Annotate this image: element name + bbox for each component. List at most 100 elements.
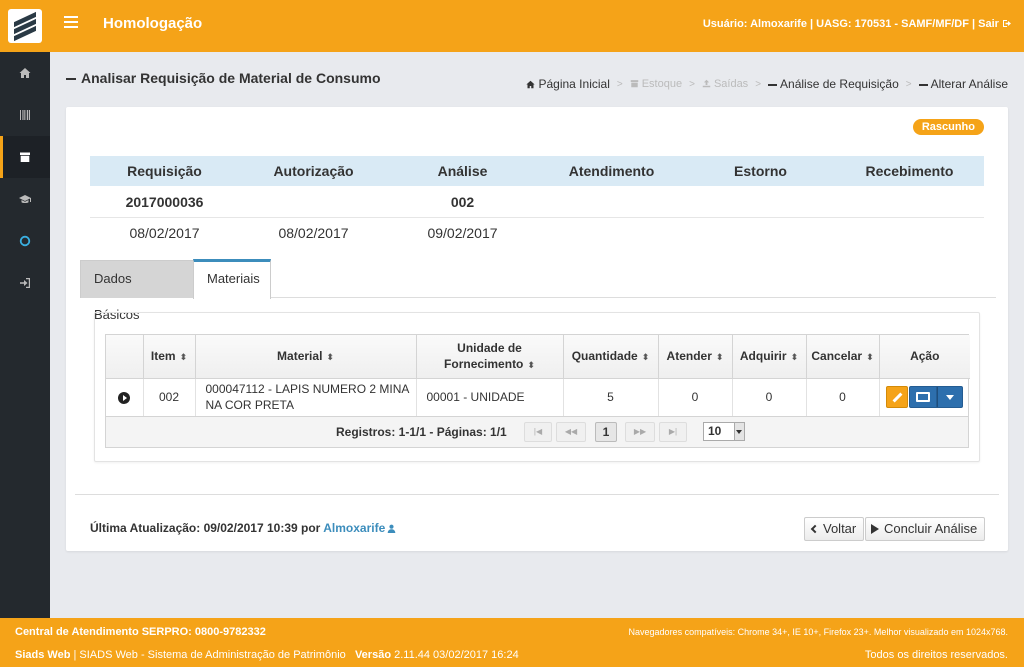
sort-icon: ⬍	[715, 351, 724, 362]
back-button-label: Voltar	[823, 521, 857, 536]
cell-cancelar: 0	[806, 378, 880, 416]
prev-page-button[interactable]: ◀◀	[556, 422, 586, 442]
pager-info: Registros: 1-1/1 - Páginas: 1/1	[336, 425, 507, 439]
grid-header-atender[interactable]: Atender ⬍	[658, 335, 733, 379]
cell-adquirir: 0	[732, 378, 807, 416]
version-value: 2.11.44 03/02/2017 16:24	[394, 649, 519, 661]
next-page-button[interactable]: ▶▶	[625, 422, 655, 442]
tab-materiais[interactable]: Materiais	[193, 259, 271, 299]
user-info-text: Usuário: Almoxarife | UASG: 170531 - SAM…	[702, 18, 976, 30]
sort-icon: ⬍	[179, 351, 188, 362]
last-update-user-link[interactable]: Almoxarife	[323, 521, 396, 535]
logout-link[interactable]: Sair	[978, 18, 1012, 30]
cell-acao	[879, 378, 970, 416]
sidebar-item-login[interactable]	[0, 262, 50, 304]
sort-icon: ⬍	[641, 351, 650, 362]
tab-bar: Dados Básicos Materiais	[80, 259, 996, 322]
sign-in-icon	[20, 278, 30, 288]
home-icon	[19, 68, 31, 78]
grid-header-adquirir[interactable]: Adquirir ⬍	[732, 335, 807, 379]
grid-header-item[interactable]: Item ⬍	[143, 335, 196, 379]
workflow-number: 2017000036	[125, 194, 204, 210]
app-title: Homologação	[103, 15, 203, 32]
status-badge: Rascunho	[912, 119, 984, 135]
upload-icon	[702, 79, 711, 88]
edit-button[interactable]	[886, 386, 909, 409]
sort-icon: ⬍	[326, 351, 334, 362]
page-size-select[interactable]: 10	[703, 422, 745, 441]
system-name: Siads Web	[15, 649, 71, 661]
materials-panel: Item ⬍ Material ⬍ Unidade de Fornecimento ⬍…	[94, 312, 980, 462]
breadcrumb-alterar: Alterar Análise	[918, 77, 1008, 91]
workflow-summary: Requisição Autorização Análise Atendimen…	[90, 156, 984, 250]
tab-dados-basicos[interactable]: Dados Básicos	[80, 260, 194, 322]
sidebar-item-barcode[interactable]	[0, 94, 50, 136]
breadcrumb-saidas-label: Saídas	[713, 78, 749, 90]
sidebar-item-estoque[interactable]	[0, 136, 50, 178]
breadcrumb-estoque-label: Estoque	[641, 78, 683, 90]
workflow-number	[537, 186, 686, 217]
sidebar-item-circle[interactable]	[0, 220, 50, 262]
breadcrumb-home[interactable]: Página Inicial	[526, 77, 610, 91]
conclude-analysis-button[interactable]: Concluir Análise	[865, 517, 986, 541]
breadcrumb-analise[interactable]: Análise de Requisição	[768, 77, 899, 91]
breadcrumb-estoque[interactable]: Estoque	[630, 78, 682, 90]
workflow-date: 08/02/2017	[278, 225, 349, 241]
workflow-date	[537, 218, 686, 250]
actions-dropdown-button[interactable]	[937, 386, 964, 409]
workflow-number	[239, 186, 388, 217]
workflow-header: Autorização	[273, 163, 354, 179]
workflow-date: 09/02/2017	[427, 225, 498, 241]
back-button[interactable]: Voltar	[804, 517, 865, 541]
chevron-left-icon	[810, 524, 820, 534]
sidebar-item-home[interactable]	[0, 52, 50, 94]
grid-header-label: Item	[150, 348, 176, 363]
graduation-cap-icon	[19, 195, 31, 204]
breadcrumb-saidas[interactable]: Saídas	[702, 78, 748, 90]
minus-icon	[768, 83, 778, 86]
breadcrumb-separator: >	[616, 78, 623, 90]
minus-icon	[918, 83, 928, 86]
grid-header-label: Ação	[910, 349, 940, 364]
grid-header-unidade[interactable]: Unidade de Fornecimento ⬍	[416, 335, 564, 379]
money-button[interactable]	[909, 386, 938, 409]
breadcrumb-analise-label: Análise de Requisição	[780, 77, 899, 91]
grid-header-label: Unidade de Fornecimento	[444, 340, 524, 371]
app-logo[interactable]	[0, 0, 50, 52]
workflow-number	[835, 186, 984, 217]
workflow-headers: Requisição Autorização Análise Atendimen…	[90, 156, 984, 186]
sidebar-item-training[interactable]	[0, 178, 50, 220]
workflow-number	[686, 186, 835, 217]
workflow-header: Recebimento	[865, 163, 954, 179]
copyright: Todos os direitos reservados.	[864, 649, 1008, 661]
last-page-button[interactable]: ▶|	[659, 422, 687, 442]
workflow-dates: 08/02/2017 08/02/2017 09/02/2017	[90, 218, 984, 250]
last-update: Última Atualização: 09/02/2017 10:39 por…	[90, 521, 396, 535]
workflow-header: Atendimento	[568, 163, 655, 179]
grid-header-material[interactable]: Material ⬍	[195, 335, 417, 379]
grid-header-label: Quantidade	[571, 348, 638, 363]
workflow-header: Estorno	[734, 163, 787, 179]
cell-quantidade: 5	[563, 378, 659, 416]
current-page-button[interactable]: 1	[595, 422, 617, 442]
expand-row-icon[interactable]	[118, 392, 131, 405]
grid-header-cancelar[interactable]: Cancelar ⬍	[806, 335, 880, 379]
workflow-header: Requisição	[127, 163, 202, 179]
row-expand-cell	[106, 378, 144, 416]
first-page-button[interactable]: |◀	[524, 422, 552, 442]
logout-label: Sair	[978, 18, 999, 30]
grid-header-label: Atender	[666, 348, 712, 363]
system-desc: | SIADS Web - Sistema de Administração d…	[73, 649, 346, 661]
workflow-date	[686, 218, 835, 250]
menu-toggle-icon[interactable]	[64, 16, 78, 30]
grid-header-label: Cancelar	[811, 348, 863, 363]
grid-header-quantidade[interactable]: Quantidade ⬍	[563, 335, 659, 379]
table-row: 002 000047112 - LAPIS NUMERO 2 MINA NA C…	[106, 378, 970, 416]
workflow-header: Análise	[437, 163, 488, 179]
sort-icon: ⬍	[527, 359, 535, 370]
support-phone: Central de Atendimento SERPRO: 0800-9782…	[15, 626, 266, 638]
breadcrumb-home-label: Página Inicial	[538, 77, 610, 91]
top-header: Homologação Usuário: Almoxarife | UASG: …	[0, 0, 1024, 52]
workflow-date	[835, 218, 984, 250]
divider	[75, 494, 999, 495]
